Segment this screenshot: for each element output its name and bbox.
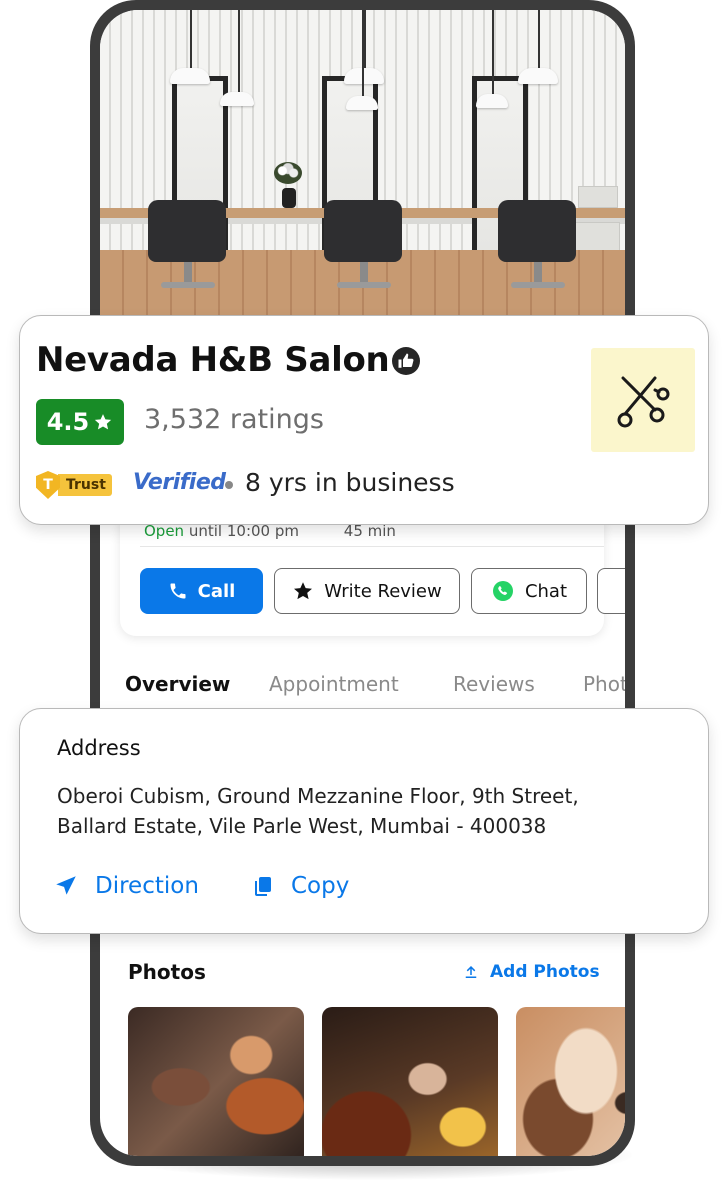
lamp-cord xyxy=(190,10,192,68)
copy-icon xyxy=(255,877,271,896)
direction-button[interactable]: Direction xyxy=(53,873,199,899)
star-icon xyxy=(95,414,112,430)
add-photos-button[interactable]: Add Photos xyxy=(462,962,600,982)
pendant-lamp xyxy=(170,68,210,84)
address-title: Address xyxy=(57,736,141,760)
upload-icon xyxy=(465,966,477,978)
chair-foot xyxy=(161,282,215,288)
copy-label: Copy xyxy=(291,873,350,899)
salon-chair xyxy=(324,200,402,262)
pendant-lamp xyxy=(344,68,384,84)
chair-base xyxy=(534,262,542,284)
business-header-card: Nevada H&B Salon 4.5 3,532 ratings T Tru… xyxy=(19,315,709,525)
business-logo xyxy=(591,348,695,452)
photo-thumbnail[interactable] xyxy=(322,1007,498,1156)
pendant-lamp xyxy=(476,94,508,108)
lamp-cord xyxy=(538,10,540,68)
trust-shield-icon: T xyxy=(36,471,60,499)
lamp-cord xyxy=(492,10,494,94)
add-photos-label: Add Photos xyxy=(490,962,600,982)
chat-button[interactable]: Chat xyxy=(471,568,587,614)
salon-chair xyxy=(148,200,226,262)
thumbs-up-icon xyxy=(392,347,420,375)
photo-thumbnail[interactable] xyxy=(128,1007,304,1156)
call-button[interactable]: Call xyxy=(140,568,263,614)
chair-foot xyxy=(511,282,565,288)
copy-button[interactable]: Copy xyxy=(251,873,349,899)
ratings-count[interactable]: 3,532 ratings xyxy=(144,404,324,435)
pendant-lamp xyxy=(346,96,378,110)
address-line-2: Ballard Estate, Vile Parle West, Mumbai … xyxy=(57,814,547,838)
lamp-cord xyxy=(238,10,240,92)
lamp-cord xyxy=(362,10,364,96)
verified-badge: Verified xyxy=(133,470,226,495)
address-card: Address Oberoi Cubism, Ground Mezzanine … xyxy=(19,708,709,934)
more-actions-button[interactable] xyxy=(597,568,625,614)
shelf-items xyxy=(578,186,618,208)
chat-label: Chat xyxy=(524,580,568,602)
whatsapp-icon xyxy=(492,581,513,601)
divider xyxy=(140,546,604,547)
tab-appointment[interactable]: Appointment xyxy=(269,672,399,696)
phone-screen: Open until 10:00 pm 45 min Call Write Re… xyxy=(100,10,625,1156)
direction-label: Direction xyxy=(95,873,199,899)
write-review-button[interactable]: Write Review xyxy=(274,568,460,614)
call-label: Call xyxy=(197,580,236,602)
chair-base xyxy=(360,262,368,284)
business-name: Nevada H&B Salon xyxy=(36,340,390,380)
flower-vase xyxy=(274,162,302,184)
separator-dot xyxy=(225,481,233,489)
trust-badge: T Trust xyxy=(36,471,112,499)
photo-thumbnail[interactable] xyxy=(516,1007,625,1156)
salon-chair xyxy=(498,200,576,262)
phone-icon xyxy=(170,583,186,599)
chair-foot xyxy=(337,282,391,288)
photos-title: Photos xyxy=(128,960,206,984)
rating-badge: 4.5 xyxy=(36,399,124,445)
vase xyxy=(282,188,296,208)
pendant-lamp xyxy=(518,68,558,84)
tab-reviews[interactable]: Reviews xyxy=(453,672,535,696)
star-icon xyxy=(294,582,313,600)
years-in-business: 8 yrs in business xyxy=(245,468,455,497)
scissors-logo-icon xyxy=(617,376,670,428)
write-review-label: Write Review xyxy=(324,580,442,602)
lamp-cord xyxy=(364,10,366,68)
tab-overview[interactable]: Overview xyxy=(125,672,230,696)
pendant-lamp xyxy=(220,92,254,106)
chair-base xyxy=(184,262,192,284)
rating-value: 4.5 xyxy=(46,408,90,436)
salon-hero-image xyxy=(100,10,625,320)
tab-photos[interactable]: Photos xyxy=(583,672,625,696)
address-line-1: Oberoi Cubism, Ground Mezzanine Floor, 9… xyxy=(57,784,579,808)
navigation-arrow-icon xyxy=(56,876,76,895)
trust-label: Trust xyxy=(58,474,112,496)
